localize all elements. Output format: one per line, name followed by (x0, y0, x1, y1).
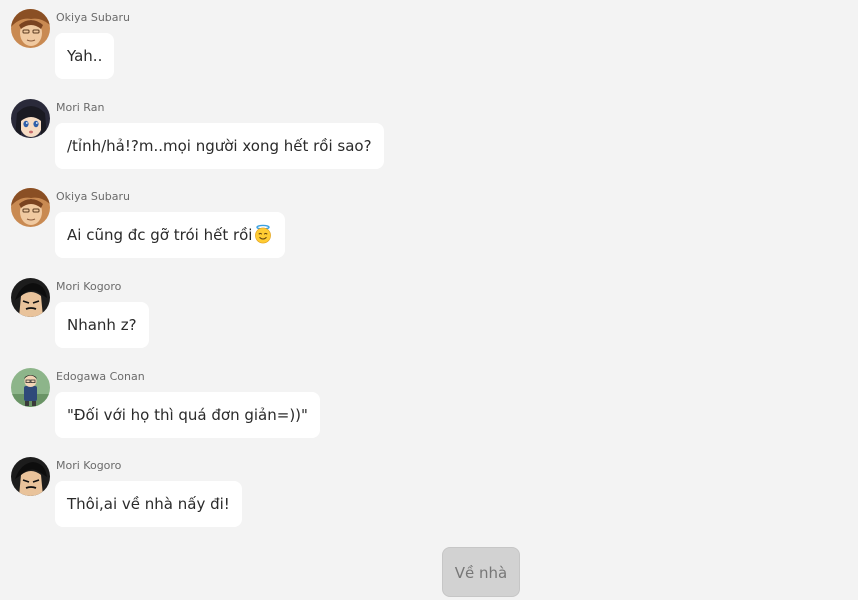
message-text: Ai cũng đc gỡ trói hết rồi (67, 226, 253, 244)
sender-name: Mori Ran (56, 101, 105, 114)
edogawa-conan-avatar (11, 368, 50, 407)
mori-ran-avatar (11, 99, 50, 138)
chat-message: Mori Ran /tỉnh/hả!?m..mọi người xong hết… (11, 99, 811, 179)
chat-message: Okiya Subaru Ai cũng đc gỡ trói hết rồi (11, 188, 811, 268)
sender-name: Okiya Subaru (56, 11, 131, 24)
chat-message: Edogawa Conan "Đối với họ thì quá đơn gi… (11, 368, 811, 448)
sender-name: Mori Kogoro (56, 280, 122, 293)
mori-kogoro-avatar (11, 278, 50, 317)
message-bubble: Nhanh z? (55, 302, 149, 348)
okiya-subaru-avatar (11, 188, 50, 227)
message-text: /tỉnh/hả!?m..mọi người xong hết rồi sao? (67, 137, 372, 155)
sender-name: Mori Kogoro (56, 459, 122, 472)
chat-message: Okiya Subaru Yah.. (11, 9, 811, 89)
okiya-subaru-avatar (11, 9, 50, 48)
smiling-face-with-halo-icon (255, 224, 272, 244)
message-bubble: /tỉnh/hả!?m..mọi người xong hết rồi sao? (55, 123, 384, 169)
message-text: Nhanh z? (67, 316, 137, 334)
chat-log: Okiya Subaru Yah.. Mori Ran /tỉnh/hả!?m.… (0, 0, 858, 600)
chat-message: Mori Kogoro Thôi,ai về nhà nấy đi! (11, 457, 811, 537)
mori-kogoro-avatar (11, 457, 50, 496)
message-bubble: Yah.. (55, 33, 115, 79)
message-text: Yah.. (67, 47, 103, 65)
message-bubble: Ai cũng đc gỡ trói hết rồi (55, 212, 286, 258)
message-bubble: Thôi,ai về nhà nấy đi! (55, 481, 242, 527)
go-home-choice-button[interactable]: Về nhà (442, 547, 520, 597)
sender-name: Edogawa Conan (56, 370, 145, 383)
message-bubble: "Đối với họ thì quá đơn giản=))" (55, 392, 320, 438)
message-text: Thôi,ai về nhà nấy đi! (67, 495, 230, 513)
sender-name: Okiya Subaru (56, 190, 131, 203)
message-text: "Đối với họ thì quá đơn giản=))" (67, 406, 308, 424)
chat-message: Mori Kogoro Nhanh z? (11, 278, 811, 358)
